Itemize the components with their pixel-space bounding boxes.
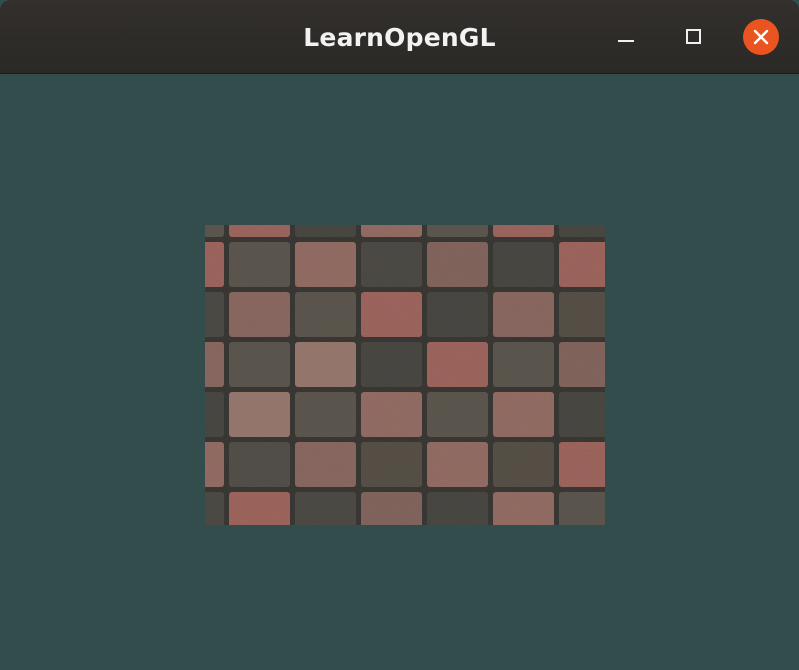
brick-tile	[295, 225, 356, 237]
brick-tile	[229, 292, 290, 337]
brick-tile	[559, 242, 605, 287]
brick-tile	[229, 225, 290, 237]
title-bar[interactable]: LearnOpenGL	[0, 0, 799, 74]
brick-tile	[205, 242, 224, 287]
brick-tile	[559, 292, 605, 337]
brick-tile	[559, 442, 605, 487]
brick-tile	[295, 442, 356, 487]
brick-tile	[493, 242, 554, 287]
brick-tile	[229, 342, 290, 387]
brick-tile	[229, 392, 290, 437]
brick-tile	[205, 225, 224, 237]
brick-tile	[559, 225, 605, 237]
brick-tile	[493, 225, 554, 237]
maximize-icon	[686, 29, 701, 44]
close-button[interactable]	[743, 19, 779, 55]
brick-tile	[361, 225, 422, 237]
brick-tile	[295, 292, 356, 337]
brick-tile	[559, 342, 605, 387]
brick-tile	[559, 492, 605, 525]
brick-tile	[427, 242, 488, 287]
brick-tile	[493, 342, 554, 387]
brick-tile	[229, 242, 290, 287]
minimize-button[interactable]	[608, 19, 644, 55]
brick-tile	[205, 392, 224, 437]
brick-tile	[493, 392, 554, 437]
brick-tile	[361, 492, 422, 525]
brick-tile	[427, 342, 488, 387]
brick-tile	[205, 292, 224, 337]
brick-tile	[229, 492, 290, 525]
brick-tile	[361, 392, 422, 437]
brick-tile	[205, 342, 224, 387]
brick-tile	[361, 242, 422, 287]
brick-tile	[295, 392, 356, 437]
brick-tile	[361, 292, 422, 337]
brick-tiles	[205, 225, 605, 525]
brick-tile	[229, 442, 290, 487]
brick-tile	[295, 342, 356, 387]
brick-tile	[205, 442, 224, 487]
maximize-button[interactable]	[676, 19, 712, 55]
brick-tile	[427, 492, 488, 525]
brick-tile	[493, 492, 554, 525]
textured-quad	[205, 225, 605, 525]
brick-tile	[361, 442, 422, 487]
brick-tile	[205, 492, 224, 525]
brick-tile	[295, 492, 356, 525]
application-window: LearnOpenGL	[0, 0, 799, 670]
brick-tile	[493, 442, 554, 487]
brick-tile	[427, 392, 488, 437]
brick-tile	[361, 342, 422, 387]
brick-tile	[559, 392, 605, 437]
close-icon	[753, 29, 769, 45]
brick-tile	[493, 292, 554, 337]
minimize-icon	[618, 40, 634, 42]
brick-tile	[295, 242, 356, 287]
brick-tile	[427, 225, 488, 237]
brick-tile	[427, 442, 488, 487]
brick-tile	[427, 292, 488, 337]
